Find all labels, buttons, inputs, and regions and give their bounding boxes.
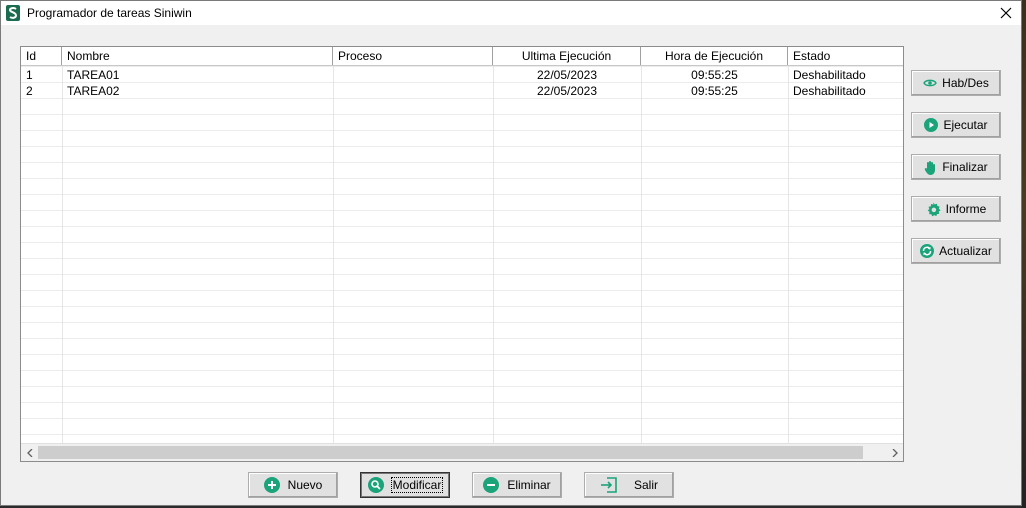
minus-circle-icon [483, 477, 500, 493]
cell-ultima-ejecucion: 22/05/2023 [536, 68, 598, 82]
cell-nombre: TAREA02 [67, 84, 120, 98]
scrollbar-thumb[interactable] [38, 446, 863, 459]
title-bar[interactable]: Programador de tareas Siniwin [1, 1, 1021, 25]
close-button[interactable] [991, 1, 1021, 25]
column-header-estado[interactable]: Estado [788, 47, 903, 65]
hab-des-label: Hab/Des [942, 76, 989, 90]
informe-label: Informe [945, 202, 987, 216]
actualizar-label: Actualizar [939, 244, 992, 258]
finalizar-button[interactable]: Finalizar [911, 154, 1001, 180]
column-divider [333, 66, 334, 444]
column-header-hora-ejecucion[interactable]: Hora de Ejecución [641, 47, 788, 65]
nuevo-label: Nuevo [287, 478, 323, 492]
nuevo-button[interactable]: Nuevo [248, 472, 338, 498]
chevron-left-icon [26, 448, 32, 457]
main-window: Programador de tareas Siniwin Id Nombre … [0, 0, 1022, 506]
ejecutar-label: Ejecutar [943, 118, 988, 132]
scroll-right-button[interactable] [886, 444, 903, 461]
tasks-grid[interactable]: Id Nombre Proceso Ultima Ejecución Hora … [20, 46, 904, 462]
cell-ultima-ejecucion: 22/05/2023 [536, 84, 598, 98]
cell-id: 2 [26, 84, 33, 98]
column-divider [788, 66, 789, 444]
column-header-ultima-ejecucion[interactable]: Ultima Ejecución [493, 47, 641, 65]
eliminar-button[interactable]: Eliminar [472, 472, 562, 498]
cell-proceso [333, 67, 493, 83]
grid-body[interactable]: 1 TAREA01 22/05/2023 09:55:25 Deshabilit… [21, 66, 903, 444]
cell-estado: Deshabilitado [793, 68, 866, 82]
chevron-right-icon [892, 448, 898, 457]
salir-label: Salir [633, 478, 658, 492]
cell-hora-ejecucion: 09:55:25 [691, 68, 738, 82]
desktop-background [1022, 0, 1026, 508]
actualizar-button[interactable]: Actualizar [911, 238, 1001, 264]
ejecutar-button[interactable]: Ejecutar [911, 112, 1001, 138]
table-row[interactable]: 2 TAREA02 22/05/2023 09:55:25 Deshabilit… [21, 83, 903, 99]
cell-id: 1 [26, 68, 33, 82]
window-title: Programador de tareas Siniwin [27, 6, 192, 20]
cell-nombre: TAREA01 [67, 68, 120, 82]
refresh-icon [920, 244, 935, 258]
column-header-proceso[interactable]: Proceso [333, 47, 493, 65]
salir-button[interactable]: Salir [584, 472, 674, 498]
modificar-button[interactable]: Modificar [360, 472, 450, 498]
table-row[interactable]: 1 TAREA01 22/05/2023 09:55:25 Deshabilit… [21, 67, 903, 83]
play-icon [924, 118, 939, 132]
modificar-label: Modificar [390, 477, 444, 493]
scroll-left-button[interactable] [21, 444, 38, 461]
gear-icon [927, 201, 941, 216]
hand-stop-icon [925, 160, 936, 175]
grid-header: Id Nombre Proceso Ultima Ejecución Hora … [21, 47, 903, 66]
app-logo-icon [6, 5, 20, 21]
cell-hora-ejecucion: 09:55:25 [691, 84, 738, 98]
cell-estado: Deshabilitado [793, 84, 866, 98]
column-divider [641, 66, 642, 444]
magnifier-icon [367, 477, 384, 493]
close-icon [1000, 7, 1012, 19]
eliminar-label: Eliminar [507, 478, 551, 492]
eye-icon [923, 79, 937, 87]
column-divider [62, 66, 63, 444]
exit-icon [600, 477, 617, 493]
column-divider [493, 66, 494, 444]
horizontal-scrollbar[interactable] [21, 443, 903, 461]
informe-button[interactable]: Informe [911, 196, 1001, 222]
hab-des-button[interactable]: Hab/Des [911, 70, 1001, 96]
plus-circle-icon [263, 477, 280, 493]
column-header-id[interactable]: Id [21, 47, 62, 65]
cell-proceso [333, 83, 493, 99]
finalizar-label: Finalizar [942, 160, 988, 174]
column-header-nombre[interactable]: Nombre [62, 47, 333, 65]
